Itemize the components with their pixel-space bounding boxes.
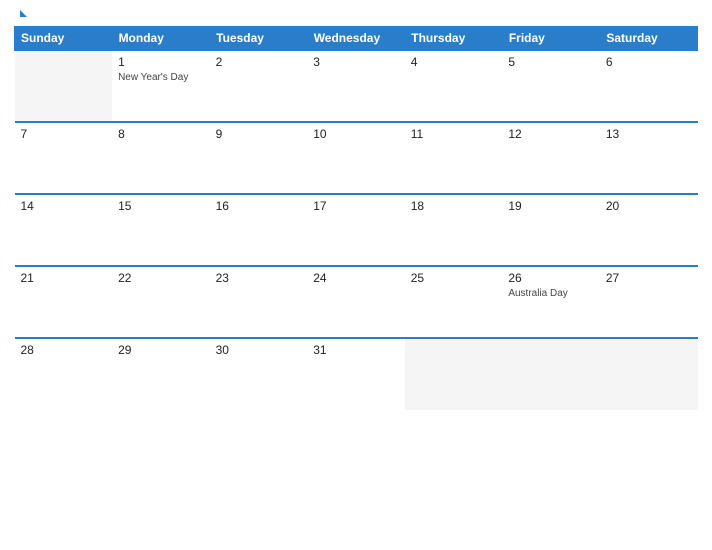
weekday-header-monday: Monday xyxy=(112,27,210,51)
weekday-header-saturday: Saturday xyxy=(600,27,698,51)
calendar-day-cell: 3 xyxy=(307,50,405,122)
calendar-day-cell: 23 xyxy=(210,266,308,338)
calendar-day-cell: 9 xyxy=(210,122,308,194)
calendar-day-cell: 14 xyxy=(15,194,113,266)
day-number: 7 xyxy=(21,127,107,141)
holiday-label: Australia Day xyxy=(508,287,594,300)
day-number: 12 xyxy=(508,127,594,141)
calendar-day-cell: 18 xyxy=(405,194,503,266)
calendar-week-row: 21 22 23 24 25 26 Australia Day 27 xyxy=(15,266,698,338)
day-number: 13 xyxy=(606,127,692,141)
logo-blue-container xyxy=(18,10,27,18)
calendar-day-cell: 25 xyxy=(405,266,503,338)
calendar-day-cell: 1 New Year's Day xyxy=(112,50,210,122)
weekday-header-thursday: Thursday xyxy=(405,27,503,51)
day-number: 17 xyxy=(313,199,399,213)
calendar-day-cell: 7 xyxy=(15,122,113,194)
calendar-day-cell: 31 xyxy=(307,338,405,410)
calendar-day-cell: 20 xyxy=(600,194,698,266)
day-number: 21 xyxy=(21,271,107,285)
calendar-week-row: 14 15 16 17 18 19 20 xyxy=(15,194,698,266)
day-number: 18 xyxy=(411,199,497,213)
calendar-day-cell: 10 xyxy=(307,122,405,194)
calendar-day-cell: 17 xyxy=(307,194,405,266)
day-number: 22 xyxy=(118,271,204,285)
calendar-day-cell: 27 xyxy=(600,266,698,338)
calendar-header xyxy=(14,10,698,18)
day-number: 23 xyxy=(216,271,302,285)
calendar-table: SundayMondayTuesdayWednesdayThursdayFrid… xyxy=(14,26,698,410)
calendar-day-cell: 16 xyxy=(210,194,308,266)
day-number: 15 xyxy=(118,199,204,213)
day-number: 25 xyxy=(411,271,497,285)
calendar-day-cell: 29 xyxy=(112,338,210,410)
calendar-week-row: 1 New Year's Day 23456 xyxy=(15,50,698,122)
calendar-day-cell: 28 xyxy=(15,338,113,410)
calendar-day-cell: 19 xyxy=(502,194,600,266)
day-number: 26 xyxy=(508,271,594,285)
day-number: 30 xyxy=(216,343,302,357)
weekday-header-tuesday: Tuesday xyxy=(210,27,308,51)
day-number: 14 xyxy=(21,199,107,213)
calendar-day-cell: 26 Australia Day xyxy=(502,266,600,338)
calendar-day-cell: 15 xyxy=(112,194,210,266)
calendar-day-cell: 21 xyxy=(15,266,113,338)
weekday-header-row: SundayMondayTuesdayWednesdayThursdayFrid… xyxy=(15,27,698,51)
logo-triangle-icon xyxy=(20,10,27,17)
calendar-week-row: 28 29 30 31 xyxy=(15,338,698,410)
weekday-header-sunday: Sunday xyxy=(15,27,113,51)
calendar-day-cell xyxy=(405,338,503,410)
calendar-day-cell: 8 xyxy=(112,122,210,194)
day-number: 11 xyxy=(411,127,497,141)
day-number: 16 xyxy=(216,199,302,213)
day-number: 24 xyxy=(313,271,399,285)
day-number: 3 xyxy=(313,55,399,69)
calendar-day-cell: 22 xyxy=(112,266,210,338)
day-number: 5 xyxy=(508,55,594,69)
calendar-day-cell: 30 xyxy=(210,338,308,410)
calendar-day-cell xyxy=(600,338,698,410)
day-number: 2 xyxy=(216,55,302,69)
day-number: 1 xyxy=(118,55,204,69)
weekday-header-friday: Friday xyxy=(502,27,600,51)
day-number: 31 xyxy=(313,343,399,357)
calendar-week-row: 789 10 11 12 13 xyxy=(15,122,698,194)
day-number: 10 xyxy=(313,127,399,141)
calendar-day-cell: 2 xyxy=(210,50,308,122)
calendar-day-cell: 24 xyxy=(307,266,405,338)
holiday-label: New Year's Day xyxy=(118,71,204,84)
calendar-day-cell: 11 xyxy=(405,122,503,194)
calendar-day-cell: 5 xyxy=(502,50,600,122)
day-number: 9 xyxy=(216,127,302,141)
calendar-day-cell xyxy=(502,338,600,410)
logo xyxy=(18,10,27,18)
day-number: 6 xyxy=(606,55,692,69)
day-number: 28 xyxy=(21,343,107,357)
day-number: 27 xyxy=(606,271,692,285)
calendar-day-cell xyxy=(15,50,113,122)
calendar-day-cell: 6 xyxy=(600,50,698,122)
calendar-page: SundayMondayTuesdayWednesdayThursdayFrid… xyxy=(0,0,712,550)
calendar-day-cell: 12 xyxy=(502,122,600,194)
calendar-day-cell: 13 xyxy=(600,122,698,194)
day-number: 8 xyxy=(118,127,204,141)
day-number: 19 xyxy=(508,199,594,213)
day-number: 4 xyxy=(411,55,497,69)
calendar-day-cell: 4 xyxy=(405,50,503,122)
day-number: 29 xyxy=(118,343,204,357)
day-number: 20 xyxy=(606,199,692,213)
weekday-header-wednesday: Wednesday xyxy=(307,27,405,51)
